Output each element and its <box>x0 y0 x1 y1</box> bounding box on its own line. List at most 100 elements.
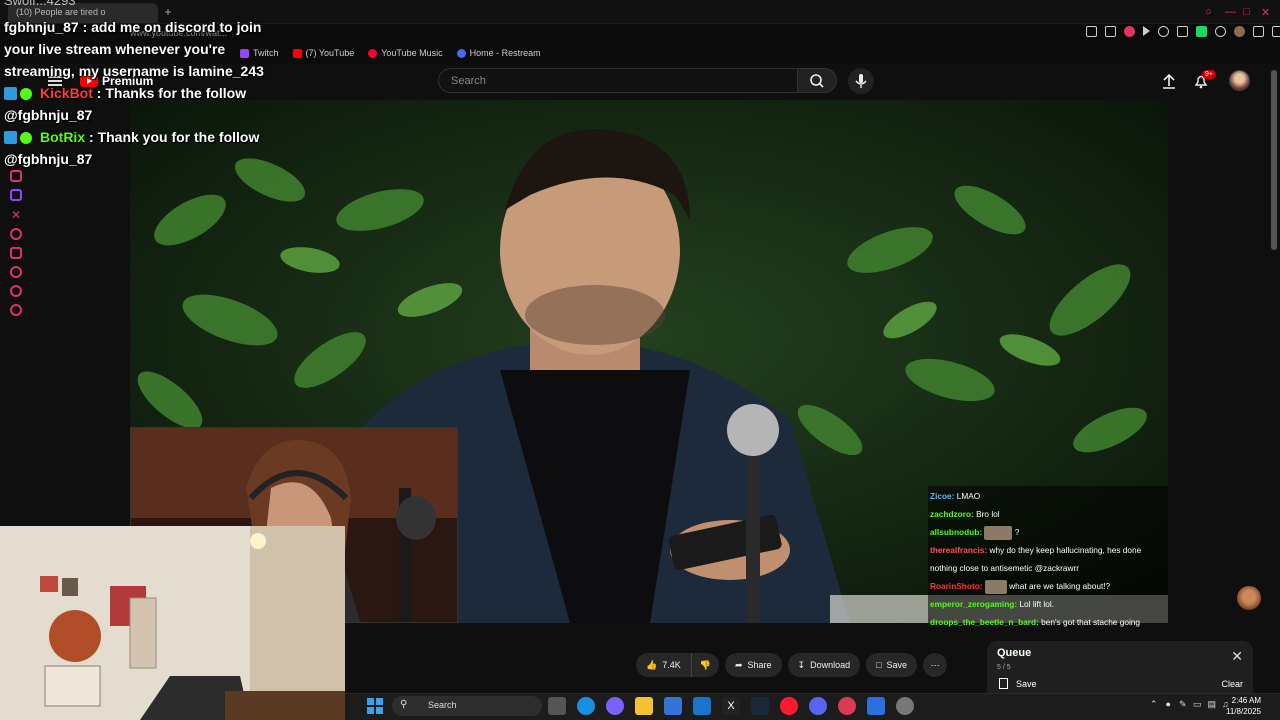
clock-icon[interactable] <box>10 266 22 278</box>
settings-icon[interactable] <box>896 697 914 715</box>
like-button[interactable]: 👍 7.4K <box>636 653 692 677</box>
chat-cutoff-line: Swolf...4293 <box>4 0 76 8</box>
steam-icon[interactable] <box>751 697 769 715</box>
chat-emote <box>984 525 1013 540</box>
youtube-rail-icon[interactable] <box>10 247 22 259</box>
copilot-icon[interactable] <box>606 697 624 715</box>
app-window-icon[interactable] <box>867 697 885 715</box>
more-icon: ⋯ <box>930 659 940 670</box>
minimize-icon[interactable]: ○ <box>1205 6 1212 18</box>
voice-search-button[interactable] <box>848 68 874 94</box>
outlook-icon[interactable] <box>693 697 711 715</box>
minimize-window-button[interactable]: — <box>1225 6 1236 18</box>
download-icon[interactable] <box>1253 26 1264 37</box>
social-links-rail: ✕ <box>4 170 26 323</box>
chat-message: Bro lol <box>973 509 1000 519</box>
chat-emote <box>984 579 1007 594</box>
store-icon[interactable] <box>664 697 682 715</box>
quick-settings[interactable]: ▭ ▤ ♫ <box>1193 699 1229 710</box>
search-button[interactable] <box>797 68 837 93</box>
overlay-chat-box: Zicoe: LMAO zachdzoro: Bro lol allsubnod… <box>928 486 1168 627</box>
opera-icon[interactable] <box>780 697 798 715</box>
task-view-icon[interactable] <box>548 697 566 715</box>
chat-message: ben's got that stache going <box>1038 617 1141 627</box>
shield-icon[interactable] <box>1124 26 1135 37</box>
close-queue-button[interactable]: ✕ <box>1231 649 1243 663</box>
edge-icon[interactable] <box>577 697 595 715</box>
taskbar-search[interactable]: ⚲ Search <box>392 696 542 716</box>
dislike-button[interactable]: 👎 <box>691 653 719 677</box>
windows-start-icon[interactable] <box>367 698 383 714</box>
pen-icon[interactable]: ✎ <box>1179 699 1187 710</box>
chat-line: BotRix : Thank you for the follow @fgbhn… <box>4 126 279 170</box>
channel-avatar[interactable] <box>1237 586 1261 610</box>
puzzle-icon[interactable] <box>1215 26 1226 37</box>
verified-badge-icon <box>20 132 32 144</box>
bookmark-youtube[interactable]: (7) YouTube <box>292 46 355 60</box>
twitch-icon[interactable] <box>10 189 22 201</box>
share-button[interactable]: ➦ Share <box>724 653 782 677</box>
queue-save-button[interactable]: Save <box>999 678 1037 689</box>
microphone-tray-icon[interactable]: ● <box>1166 699 1171 710</box>
account-avatar[interactable] <box>1229 70 1250 91</box>
extension-icons <box>1086 26 1280 37</box>
page-scrollbar[interactable] <box>1271 70 1277 250</box>
chat-username: droops_the_beetle_n_bard: <box>930 617 1039 627</box>
share-icon: ➦ <box>734 659 743 670</box>
save-button[interactable]: □ Save <box>866 653 918 677</box>
file-explorer-icon[interactable] <box>635 697 653 715</box>
chat-username: RoarinShoto: <box>930 581 983 591</box>
extension-green-icon[interactable] <box>1196 26 1207 37</box>
instagram-icon[interactable] <box>10 170 22 182</box>
overlay-chat-line: zachdzoro: Bro lol <box>930 505 1166 523</box>
bookmark-label: (7) YouTube <box>305 48 355 58</box>
thumbs-up-icon: 👍 <box>646 659 658 670</box>
chat-username: allsubnodub: <box>930 527 983 537</box>
chat-message: nothing close to antisemetic @zackrawrr <box>930 563 1080 573</box>
heart-icon[interactable] <box>1158 26 1169 37</box>
taskbar-search-label: Search <box>428 700 457 710</box>
close-window-button[interactable]: ✕ <box>1261 6 1270 19</box>
chat-username: therealfrancis: <box>930 545 988 555</box>
share-label: Share <box>747 660 772 670</box>
x-app-icon[interactable]: X <box>722 697 740 715</box>
maximize-window-button[interactable]: □ <box>1243 6 1250 18</box>
clock-date: 11/8/2025 <box>1226 707 1261 716</box>
profile-icon[interactable] <box>1234 26 1245 37</box>
menu-icon[interactable] <box>1177 26 1188 37</box>
bookmark-restream[interactable]: Home - Restream <box>456 46 541 60</box>
system-tray: ⌃ ● ✎ <box>1150 699 1187 710</box>
verified-badge-icon <box>20 88 32 100</box>
overlay-chat-line: droops_the_beetle_n_bard: ben's got that… <box>930 613 1166 631</box>
discord-icon[interactable] <box>809 697 827 715</box>
chat-message: what are we talking about!? <box>1006 581 1111 591</box>
search-input[interactable]: Search <box>438 68 798 93</box>
download-label: Download <box>810 660 851 670</box>
chat-username: KickBot <box>40 85 93 101</box>
monitor-icon: ▭ <box>1193 699 1202 709</box>
discord-icon[interactable] <box>10 285 22 297</box>
bookmark-youtube-music[interactable]: YouTube Music <box>368 46 443 60</box>
reddit-icon[interactable] <box>10 228 22 240</box>
sidebar-icon[interactable] <box>1105 26 1116 37</box>
play-icon[interactable] <box>1143 26 1150 36</box>
opera-gx-icon[interactable] <box>838 697 856 715</box>
overlay-chat-line: therealfrancis: why do they keep halluci… <box>930 541 1166 559</box>
taskbar-clock[interactable]: 2:46 AM 11/8/2025 <box>1226 695 1261 717</box>
bookmark-icon[interactable] <box>1086 26 1097 37</box>
queue-clear-button[interactable]: Clear <box>1221 679 1243 689</box>
microphone-icon <box>855 74 867 88</box>
room-camera <box>0 526 345 720</box>
kick-icon[interactable] <box>10 304 22 316</box>
taskbar-apps: X <box>548 697 914 715</box>
chevron-up-icon[interactable]: ⌃ <box>1150 699 1158 710</box>
chat-message: ? <box>1012 527 1020 537</box>
more-actions-button[interactable]: ⋯ <box>923 653 948 677</box>
chat-line: KickBot : Thanks for the follow @fgbhnju… <box>4 82 279 126</box>
overlay-chat-line: emperor_zerogaming: Lol lift lol. <box>930 595 1166 613</box>
browser-menu-icon[interactable] <box>1272 26 1280 37</box>
upload-icon[interactable] <box>1160 72 1178 90</box>
download-button[interactable]: ↧ Download <box>787 653 861 677</box>
x-icon[interactable]: ✕ <box>11 208 26 222</box>
queue-save-label: Save <box>1016 678 1037 689</box>
